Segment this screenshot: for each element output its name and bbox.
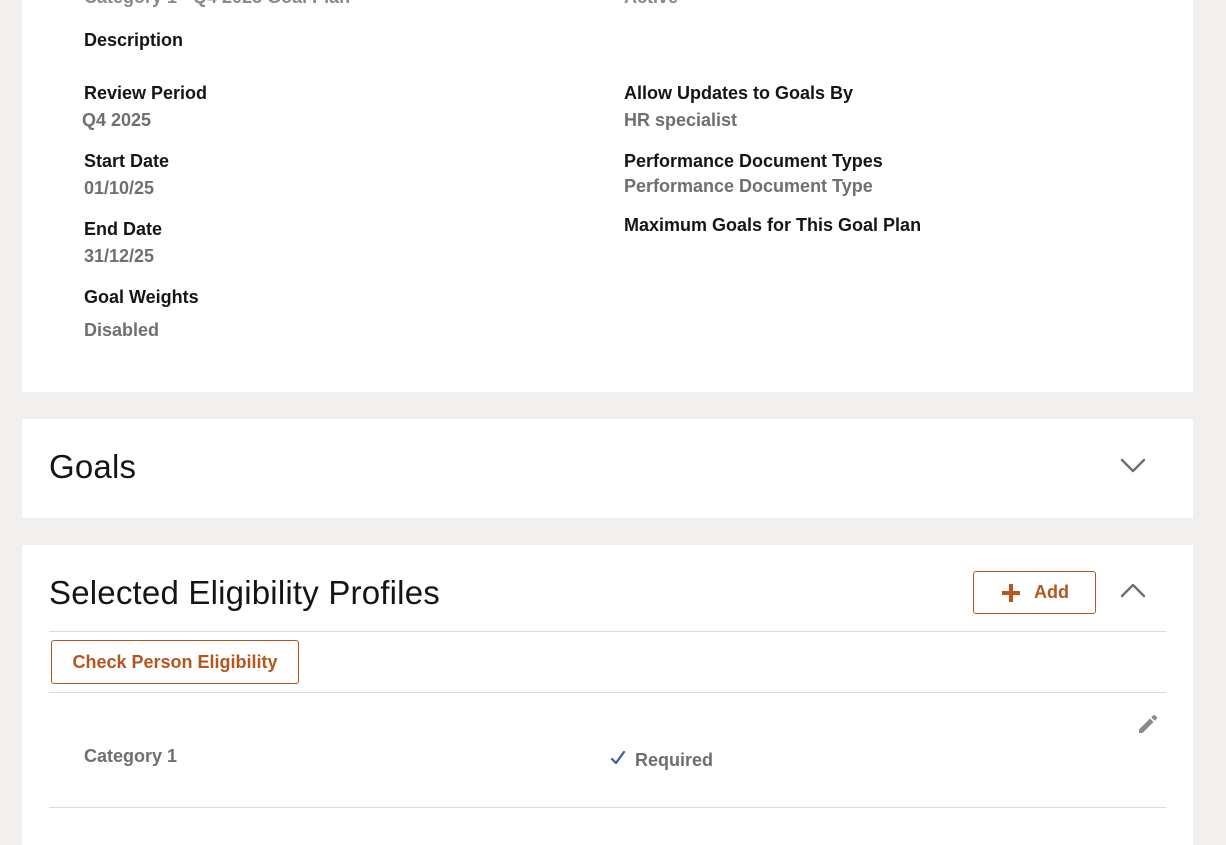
goals-section-title: Goals bbox=[49, 448, 137, 485]
goals-section-card: Goals bbox=[22, 419, 1193, 518]
add-button[interactable]: Add bbox=[973, 571, 1096, 614]
review-period-field: Review Period Q4 2025 bbox=[82, 82, 208, 131]
maximum-goals-field: Maximum Goals for This Goal Plan bbox=[624, 214, 921, 236]
performance-document-types-value: Performance Document Type bbox=[624, 176, 873, 196]
start-date-label: Start Date bbox=[84, 151, 170, 171]
eligibility-profiles-section-card: Selected Eligibility Profiles Add Check … bbox=[22, 545, 1193, 845]
performance-document-types-field: Performance Document Types Performance D… bbox=[624, 150, 883, 197]
goal-weights-value: Disabled bbox=[84, 320, 160, 340]
description-label: Description bbox=[84, 30, 184, 50]
end-date-label: End Date bbox=[84, 219, 163, 239]
goal-plan-status-value: Active bbox=[624, 0, 678, 8]
check-person-eligibility-button[interactable]: Check Person Eligibility bbox=[51, 640, 299, 684]
start-date-field: Start Date 01/10/25 bbox=[84, 150, 169, 199]
goal-plan-details-card: Category 1 - Q4 2025 Goal Plan Active De… bbox=[22, 0, 1193, 392]
allow-updates-value: HR specialist bbox=[624, 110, 738, 130]
eligibility-profile-name: Category 1 bbox=[84, 746, 178, 766]
chevron-up-icon[interactable] bbox=[1118, 576, 1148, 606]
maximum-goals-label: Maximum Goals for This Goal Plan bbox=[624, 215, 922, 235]
review-period-value: Q4 2025 bbox=[82, 110, 152, 130]
chevron-down-icon[interactable] bbox=[1118, 450, 1148, 480]
pencil-icon[interactable] bbox=[1135, 711, 1161, 737]
toolbar-divider bbox=[49, 692, 1166, 693]
section-divider bbox=[49, 631, 1166, 632]
end-date-value: 31/12/25 bbox=[84, 246, 155, 266]
checkmark-icon bbox=[609, 749, 627, 767]
row-divider bbox=[49, 807, 1166, 808]
start-date-value: 01/10/25 bbox=[84, 178, 155, 198]
allow-updates-label: Allow Updates to Goals By bbox=[624, 83, 854, 103]
check-person-eligibility-label: Check Person Eligibility bbox=[72, 651, 278, 672]
review-period-label: Review Period bbox=[84, 83, 208, 103]
performance-document-types-label: Performance Document Types bbox=[624, 151, 883, 171]
add-button-label: Add bbox=[1034, 582, 1069, 602]
goal-weights-label: Goal Weights bbox=[84, 287, 199, 307]
description-field: Description bbox=[84, 29, 183, 51]
goal-plan-name-value: Category 1 - Q4 2025 Goal Plan bbox=[84, 0, 350, 8]
goal-weights-field: Goal Weights Disabled bbox=[84, 286, 199, 341]
required-label: Required bbox=[635, 750, 714, 770]
allow-updates-field: Allow Updates to Goals By HR specialist bbox=[624, 82, 853, 131]
plus-icon bbox=[1000, 582, 1022, 604]
eligibility-section-title: Selected Eligibility Profiles bbox=[49, 574, 440, 611]
end-date-field: End Date 31/12/25 bbox=[84, 218, 162, 267]
